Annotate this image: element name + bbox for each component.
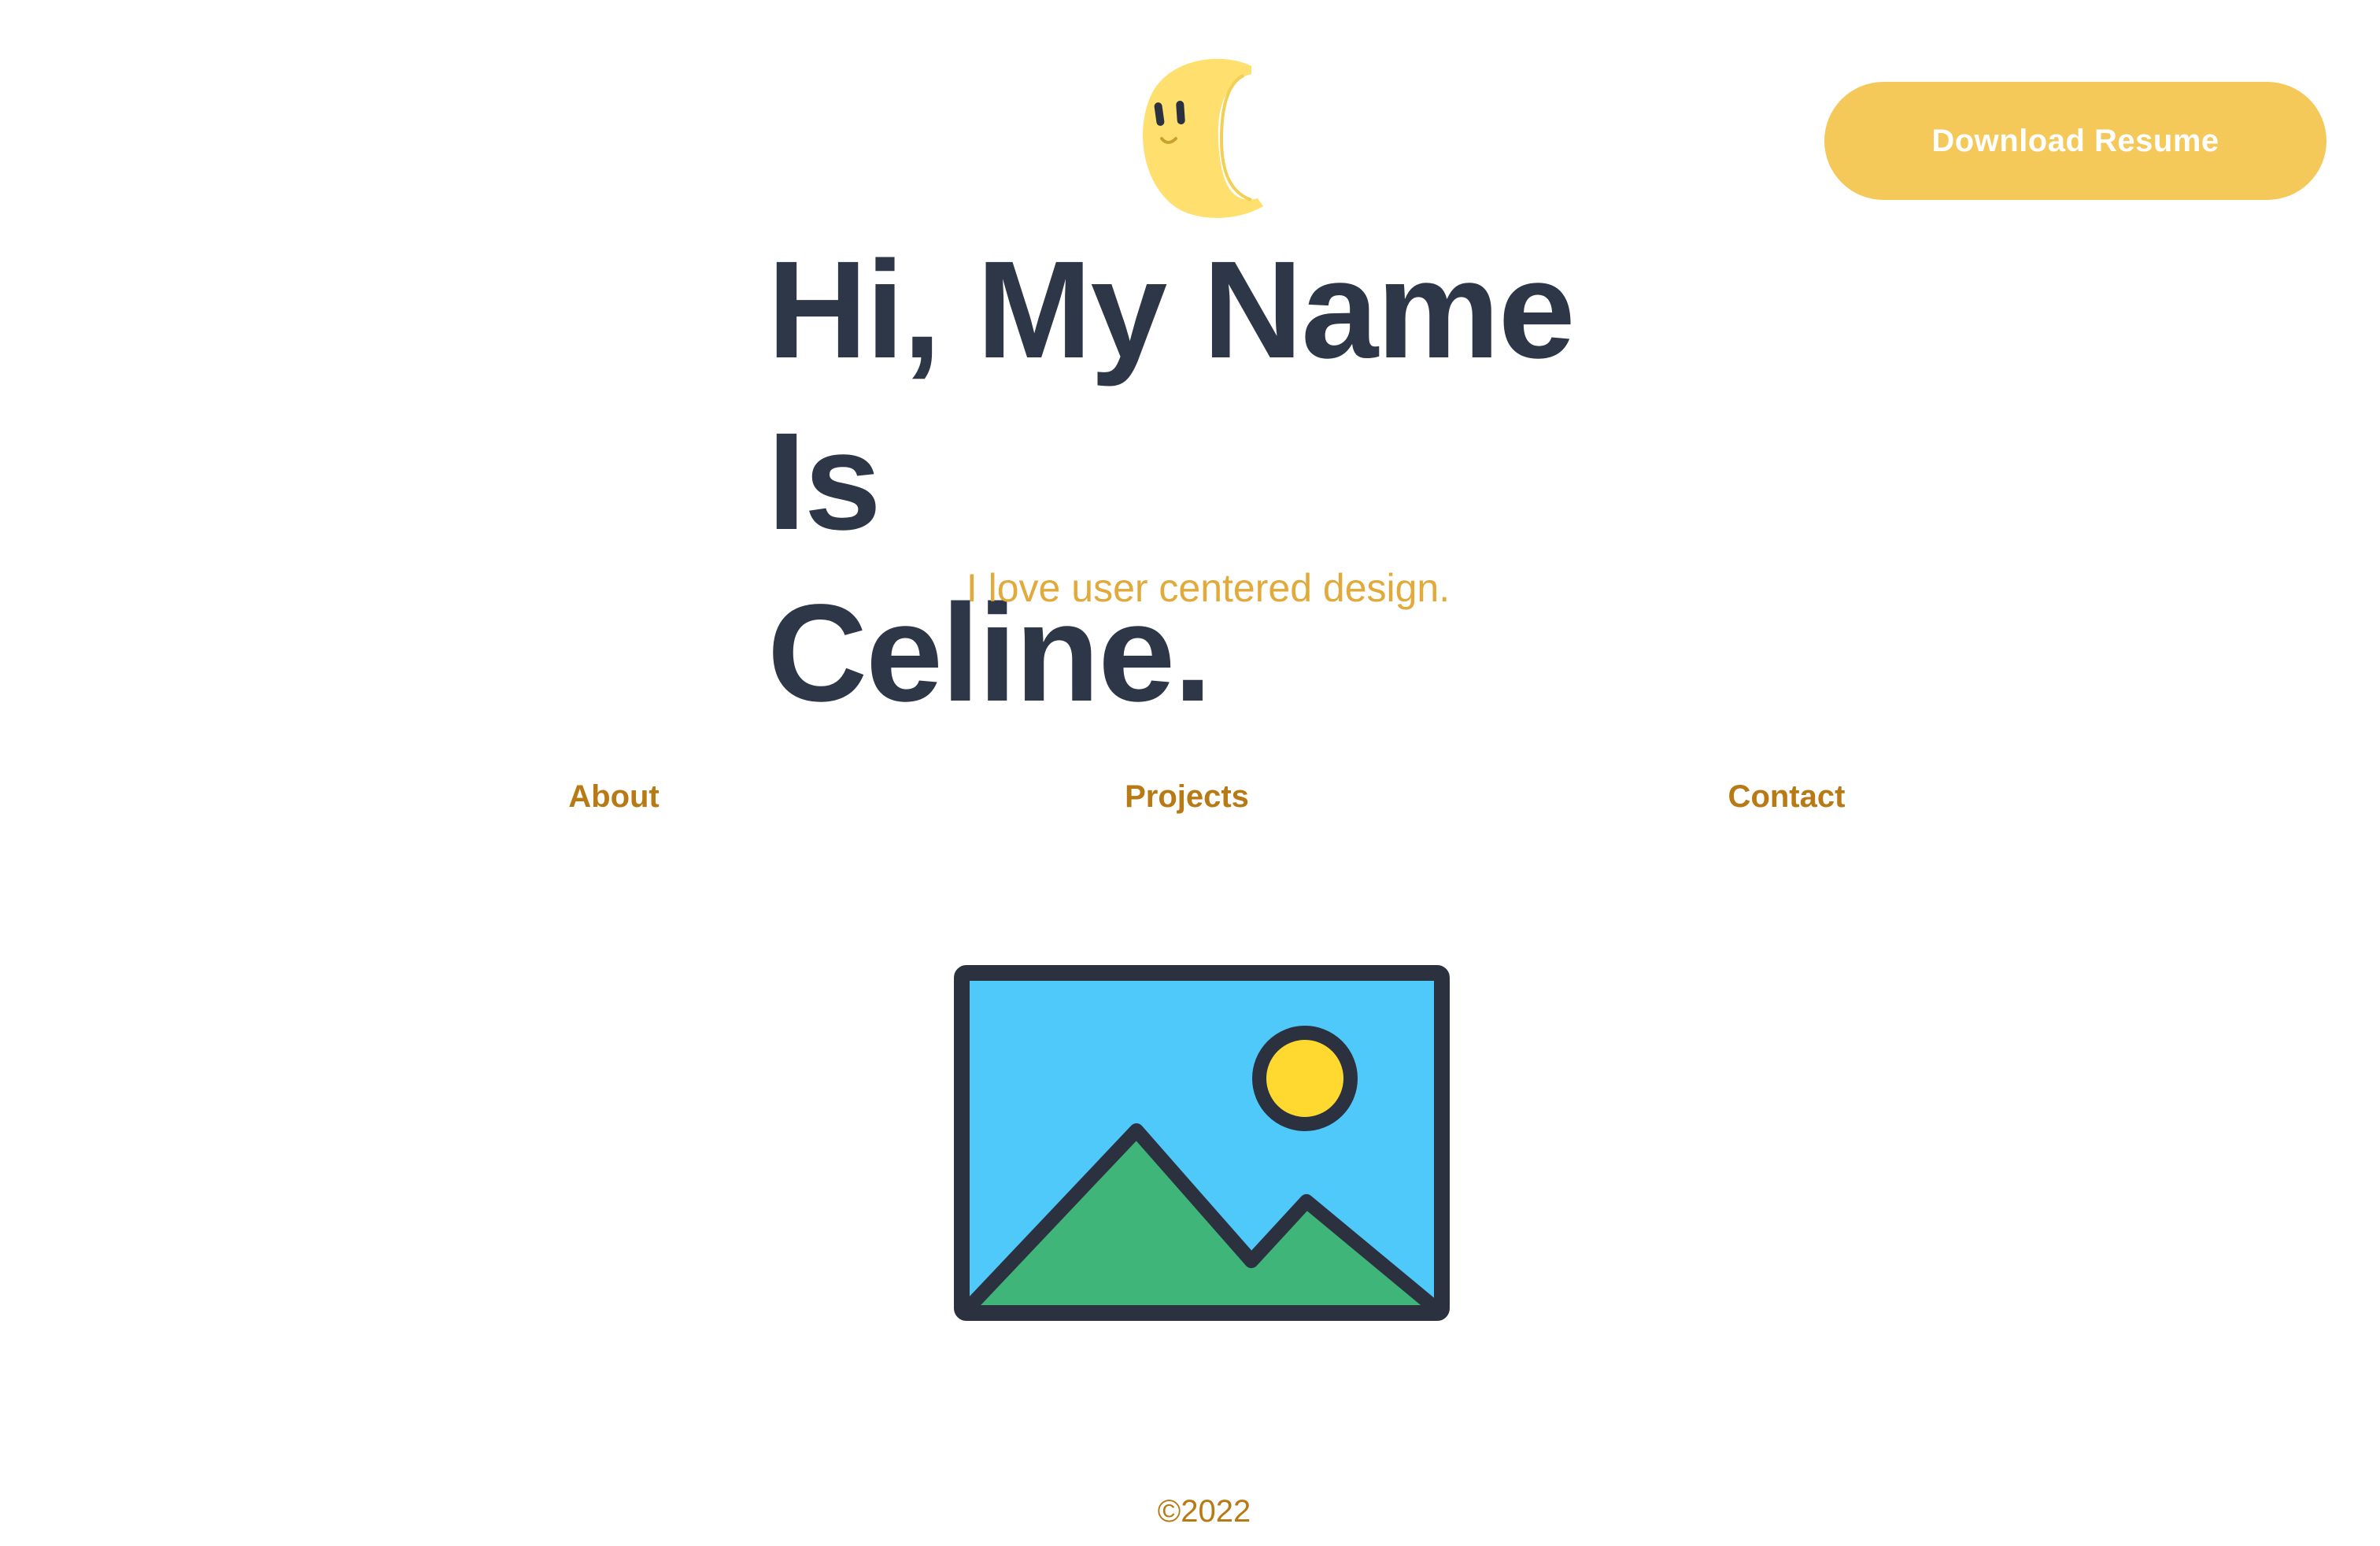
image-placeholder-icon bbox=[954, 965, 1450, 1321]
tagline: I love user centered design. bbox=[966, 566, 1451, 610]
nav-link-projects[interactable]: Projects bbox=[1125, 779, 1249, 815]
moon-mascot-icon bbox=[1142, 58, 1263, 218]
hero-title: Hi, My Name Is Celine. bbox=[767, 224, 1712, 739]
nav-link-about[interactable]: About bbox=[568, 779, 660, 815]
nav-link-contact[interactable]: Contact bbox=[1728, 779, 1846, 815]
hero-title-line1: Hi, My Name Is bbox=[767, 233, 1576, 559]
footer-copyright: ©2022 bbox=[1157, 1494, 1251, 1529]
download-resume-button[interactable]: Download Resume bbox=[1824, 82, 2326, 200]
